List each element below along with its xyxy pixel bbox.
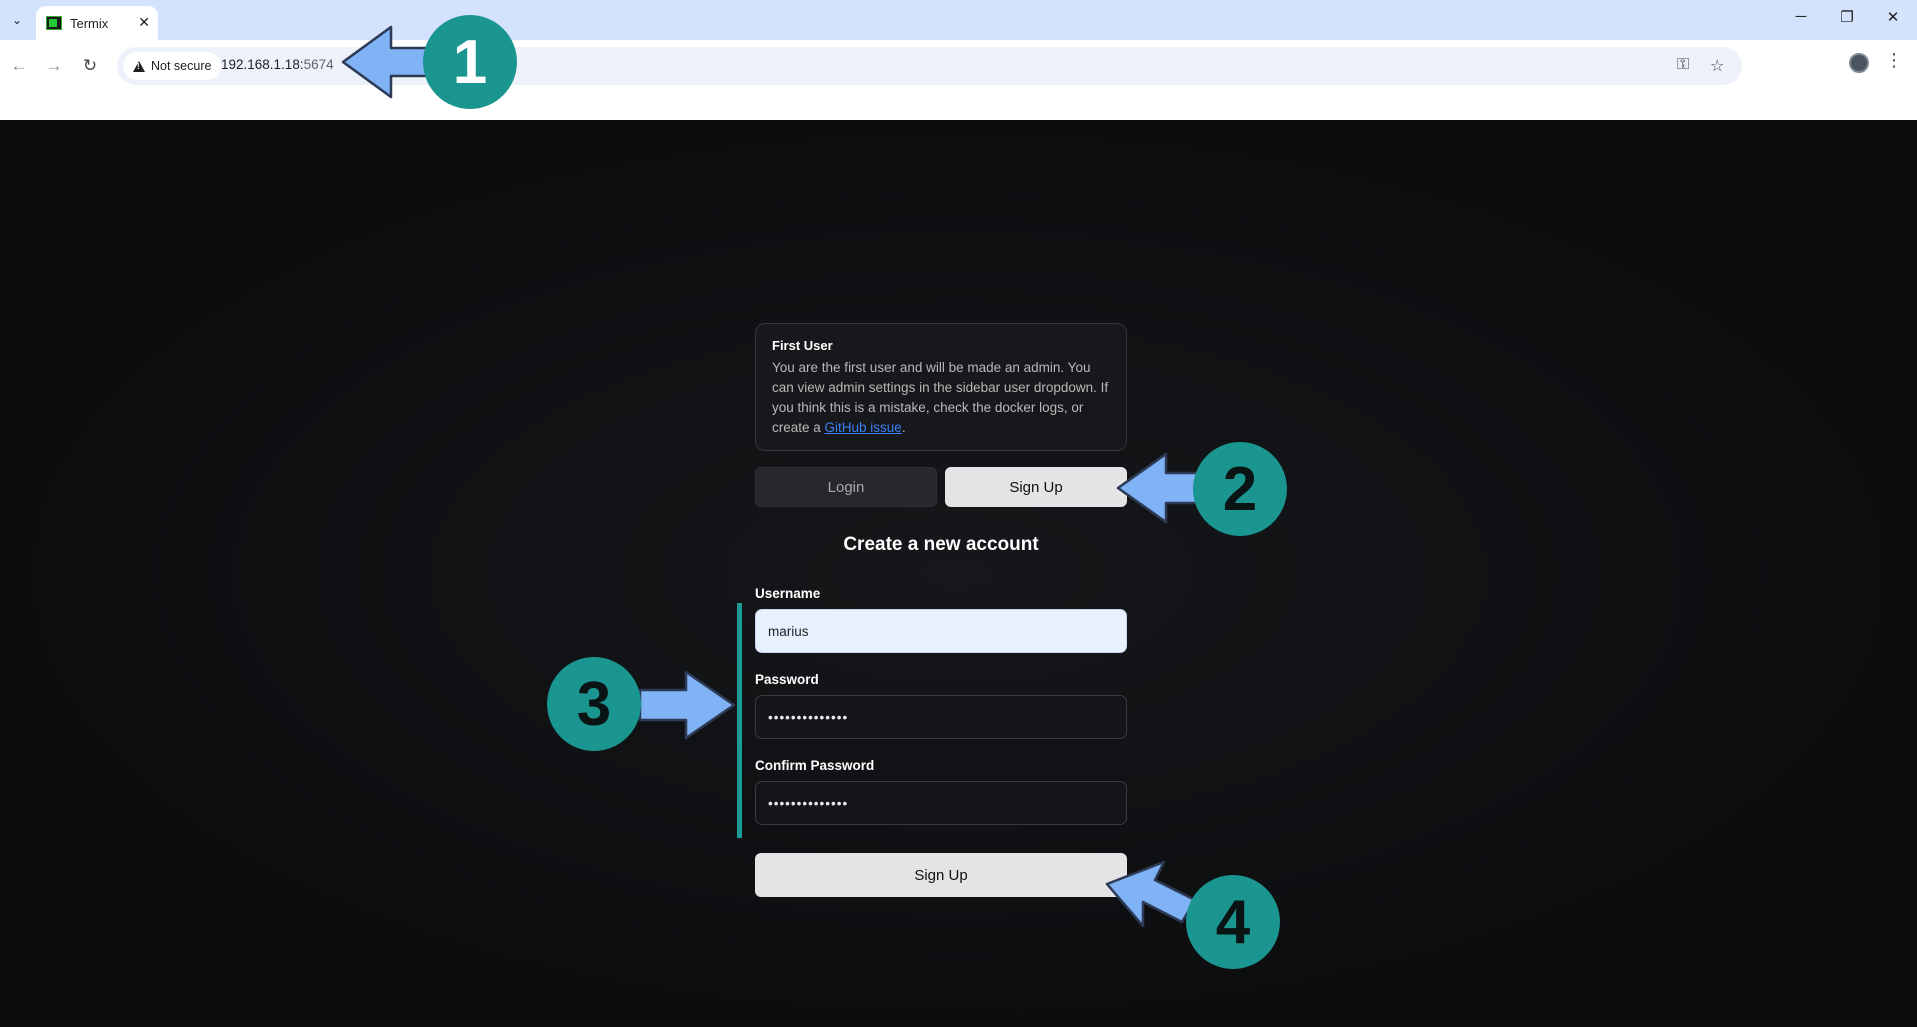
- form-focus-indicator: [737, 603, 742, 838]
- restore-icon[interactable]: ❐: [1835, 8, 1859, 26]
- bookmark-star-icon[interactable]: ☆: [1710, 56, 1724, 76]
- signup-tab-button[interactable]: Sign Up: [945, 467, 1127, 507]
- minimize-icon[interactable]: ─: [1789, 8, 1813, 25]
- address-bar[interactable]: Not secure 192.168.1.18:5674 ⚿ ☆: [117, 47, 1742, 85]
- security-label: Not secure: [151, 59, 212, 73]
- browser-tab[interactable]: Termix ✕: [36, 6, 158, 40]
- termix-favicon-icon: [46, 16, 62, 30]
- security-chip[interactable]: Not secure: [123, 52, 222, 80]
- confirm-password-label: Confirm Password: [755, 758, 875, 773]
- notice-period: .: [901, 420, 906, 435]
- browser-tabstrip: ⌄ Termix ✕ ─ ❐ ✕: [0, 0, 1917, 40]
- url-text[interactable]: 192.168.1.18:5674: [221, 57, 334, 72]
- reload-icon[interactable]: ↻: [77, 53, 103, 79]
- forward-icon[interactable]: →: [41, 53, 67, 79]
- signup-submit-button[interactable]: Sign Up: [755, 853, 1127, 897]
- back-icon[interactable]: ←: [6, 53, 32, 79]
- annotation-step-1-badge: 1: [423, 15, 517, 109]
- password-key-icon[interactable]: ⚿: [1677, 56, 1689, 74]
- tab-close-icon[interactable]: ✕: [138, 14, 150, 31]
- notice-body: You are the first user and will be made …: [772, 360, 1109, 435]
- notice-title: First User: [772, 338, 833, 353]
- tab-title: Termix: [70, 15, 109, 31]
- username-input[interactable]: marius: [755, 609, 1127, 653]
- username-label: Username: [755, 586, 821, 601]
- tab-search-chevron-icon[interactable]: ⌄: [6, 9, 28, 31]
- password-label: Password: [755, 672, 819, 687]
- browser-menu-icon[interactable]: ⋮: [1885, 50, 1903, 71]
- profile-avatar[interactable]: [1849, 53, 1869, 73]
- url-port: 5674: [303, 57, 334, 72]
- close-window-icon[interactable]: ✕: [1881, 8, 1905, 26]
- github-issue-link[interactable]: GitHub issue: [825, 420, 902, 435]
- annotation-step-3-badge: 3: [547, 657, 641, 751]
- login-tab-button[interactable]: Login: [755, 467, 937, 507]
- form-heading: Create a new account: [843, 534, 1039, 555]
- annotation-step-2-badge: 2: [1193, 442, 1287, 536]
- annotation-step-4-badge: 4: [1186, 875, 1280, 969]
- browser-toolbar: ← → ↻ Not secure 192.168.1.18:5674 ⚿ ☆ ⋮: [0, 40, 1917, 120]
- confirm-password-input[interactable]: ••••••••••••••: [755, 781, 1127, 825]
- notice-text: You are the first user and will be made …: [772, 358, 1110, 438]
- first-user-notice: First User You are the first user and wi…: [755, 323, 1127, 451]
- url-host: 192.168.1.18:: [221, 57, 304, 72]
- warning-icon: [133, 60, 145, 72]
- password-input[interactable]: ••••••••••••••: [755, 695, 1127, 739]
